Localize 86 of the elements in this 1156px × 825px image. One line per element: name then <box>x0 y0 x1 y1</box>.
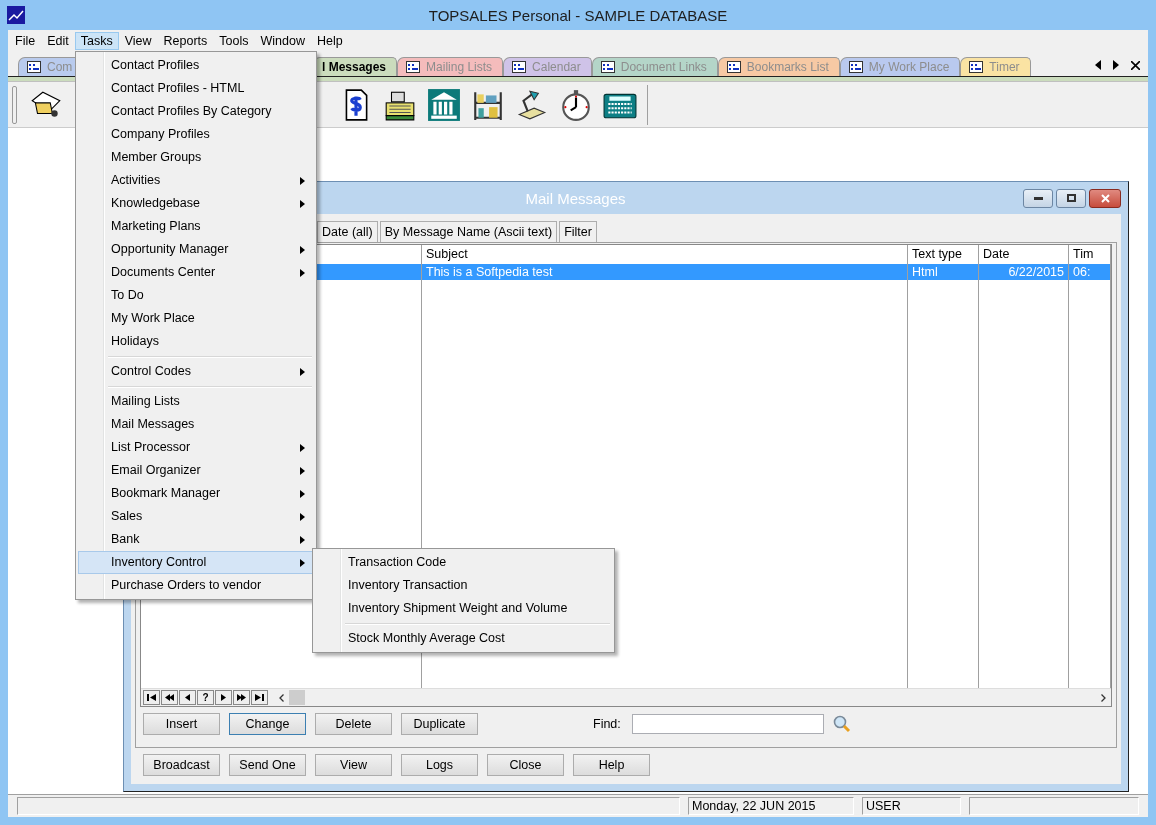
menu-item[interactable]: To Do <box>78 284 314 307</box>
window-title: TOPSALES Personal - SAMPLE DATABASE <box>427 6 729 24</box>
action-button[interactable]: Insert <box>143 713 220 735</box>
find-field[interactable] <box>631 714 824 734</box>
menu-item[interactable]: Marketing Plans <box>78 215 314 238</box>
menu-item[interactable]: My Work Place <box>78 307 314 330</box>
menu-bar-item[interactable]: Reports <box>157 31 214 50</box>
menu-item[interactable]: Inventory Shipment Weight and Volume <box>315 597 612 620</box>
next-page-button[interactable] <box>233 690 250 705</box>
action-button[interactable]: View <box>315 754 392 776</box>
bank-icon[interactable] <box>427 87 461 122</box>
menu-item[interactable]: Inventory Transaction <box>315 574 612 597</box>
table-cell: This is a Softpedia test <box>422 264 908 280</box>
menu-bar-item[interactable]: Edit <box>41 31 75 50</box>
first-record-button[interactable] <box>143 690 160 705</box>
minimize-button[interactable] <box>1023 188 1053 208</box>
tab[interactable]: By Message Name (Ascii text) <box>379 221 558 242</box>
previous-record-button[interactable] <box>179 690 196 705</box>
table-cell: 06: <box>1069 264 1111 280</box>
menu-item[interactable]: Control Codes <box>78 360 314 383</box>
menu-item[interactable]: Member Groups <box>78 146 314 169</box>
action-button[interactable]: Help <box>573 754 650 776</box>
menu-item[interactable]: Contact Profiles By Category <box>78 100 314 123</box>
menu-bar-item[interactable]: View <box>118 31 158 50</box>
menu-bar-item[interactable]: Help <box>310 31 349 50</box>
menu-item[interactable]: Company Profiles <box>78 123 314 146</box>
menu-item[interactable]: Knowledgebase <box>78 192 314 215</box>
next-record-icon <box>219 694 228 701</box>
menu-bar-item[interactable]: Tools <box>213 31 255 50</box>
menu-item[interactable]: Mail Messages <box>78 413 314 436</box>
maximize-icon <box>1066 194 1076 202</box>
action-button[interactable]: Close <box>487 754 564 776</box>
menu-item[interactable]: List Processor <box>78 436 314 459</box>
maximize-button[interactable] <box>1056 188 1086 208</box>
menu-item[interactable]: Activities <box>78 169 314 192</box>
action-button[interactable]: Send One <box>229 754 306 776</box>
minimize-icon <box>1033 196 1043 200</box>
menu-item[interactable]: Purchase Orders to vendor <box>78 574 314 597</box>
action-button[interactable]: Delete <box>315 713 392 735</box>
app-logo-icon <box>7 6 25 24</box>
menu-bar-item[interactable]: Tasks <box>74 31 119 50</box>
menu-item[interactable]: Mailing Lists <box>78 390 314 413</box>
menu-item[interactable]: Contact Profiles - HTML <box>78 77 314 100</box>
menu-bar-item[interactable]: Window <box>254 31 311 50</box>
close-icon[interactable] <box>1131 60 1140 70</box>
action-button[interactable]: Broadcast <box>143 754 220 776</box>
next-record-button[interactable] <box>215 690 232 705</box>
tab[interactable]: Date (all) <box>317 221 378 242</box>
action-button[interactable]: Change <box>229 713 306 735</box>
menu-item[interactable]: Stock Monthly Average Cost <box>315 627 612 650</box>
tab[interactable]: Filter <box>559 221 597 242</box>
status-text: Monday, 22 JUN 2015 <box>688 797 854 815</box>
scroll-left-icon[interactable] <box>1095 60 1101 70</box>
previous-record-icon <box>183 694 192 701</box>
help-nav-button[interactable]: ? <box>197 690 214 705</box>
close-button[interactable] <box>1089 188 1121 208</box>
scroll-right-icon[interactable] <box>1113 60 1119 70</box>
menu-item[interactable]: Inventory Control <box>78 551 314 574</box>
previous-page-button[interactable] <box>161 690 178 705</box>
status-text: USER <box>862 797 961 815</box>
stopwatch-icon[interactable] <box>559 87 593 122</box>
find-label: Find: <box>593 717 621 731</box>
desk-lamp-icon[interactable] <box>515 87 549 122</box>
last-record-button[interactable] <box>251 690 268 705</box>
menu-bar-item[interactable]: File <box>9 31 42 50</box>
action-button[interactable]: Logs <box>401 754 478 776</box>
child-window-title: Mail Messages <box>525 189 626 207</box>
next-page-icon <box>237 694 246 701</box>
chevron-right-icon <box>1100 693 1106 702</box>
menu-item[interactable]: Transaction Code <box>315 551 612 574</box>
menu-item[interactable]: Bookmark Manager <box>78 482 314 505</box>
menu-item[interactable]: Opportunity Manager <box>78 238 314 261</box>
menu-item[interactable]: Bank <box>78 528 314 551</box>
table-cell: Html <box>908 264 979 280</box>
menu-item[interactable]: Email Organizer <box>78 459 314 482</box>
action-button[interactable]: Duplicate <box>401 713 478 735</box>
table-cell: 6/22/2015 <box>979 264 1069 280</box>
previous-page-icon <box>165 694 174 701</box>
menu-item[interactable]: Holidays <box>78 330 314 353</box>
last-record-icon <box>255 694 264 701</box>
chevron-left-icon <box>278 693 284 702</box>
close-icon <box>1100 193 1110 203</box>
menu-item[interactable]: Sales <box>78 505 314 528</box>
search-icon[interactable] <box>832 715 851 733</box>
first-record-icon <box>147 694 156 701</box>
scrollbar-thumb[interactable] <box>289 690 305 705</box>
